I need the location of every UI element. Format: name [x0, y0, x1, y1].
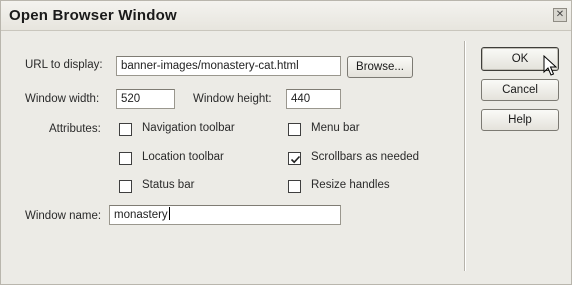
location-toolbar-checkbox[interactable] — [119, 152, 132, 165]
navigation-toolbar-checkbox[interactable] — [119, 123, 132, 136]
cancel-button[interactable]: Cancel — [481, 79, 559, 101]
window-width-input[interactable]: 520 — [116, 89, 175, 109]
status-bar-label: Status bar — [142, 179, 195, 191]
attributes-label: Attributes: — [49, 123, 101, 135]
cancel-button-label: Cancel — [502, 84, 538, 96]
scrollbars-as-needed-checkbox[interactable] — [288, 152, 301, 165]
window-height-input[interactable]: 440 — [286, 89, 341, 109]
dialog-title: Open Browser Window — [9, 7, 177, 24]
url-input[interactable]: banner-images/monastery-cat.html — [116, 56, 341, 76]
status-bar-checkbox[interactable] — [119, 180, 132, 193]
help-button-label: Help — [508, 114, 532, 126]
window-name-value: monastery — [114, 209, 168, 221]
title-bar: Open Browser Window ✕ — [1, 1, 571, 31]
scrollbars-as-needed-label: Scrollbars as needed — [311, 151, 420, 163]
window-name-input[interactable]: monastery — [109, 205, 341, 225]
window-width-label: Window width: — [25, 93, 100, 105]
window-width-value: 520 — [121, 93, 141, 105]
vertical-divider — [464, 41, 465, 271]
open-browser-window-dialog: Open Browser Window ✕ URL to display: ba… — [0, 0, 572, 285]
ok-button-label: OK — [511, 53, 529, 65]
menu-bar-checkbox[interactable] — [288, 123, 301, 136]
close-icon: ✕ — [555, 9, 565, 20]
resize-handles-checkbox[interactable] — [288, 180, 301, 193]
browse-button[interactable]: Browse... — [347, 56, 413, 78]
navigation-toolbar-label: Navigation toolbar — [142, 122, 235, 134]
close-button[interactable]: ✕ — [553, 8, 567, 22]
text-caret — [168, 207, 170, 220]
menu-bar-label: Menu bar — [311, 122, 360, 134]
help-button[interactable]: Help — [481, 109, 559, 131]
window-height-value: 440 — [291, 93, 311, 105]
window-height-label: Window height: — [193, 93, 272, 105]
checkmark-icon — [290, 155, 301, 164]
mouse-pointer-icon — [543, 55, 557, 76]
browse-button-label: Browse... — [356, 61, 404, 73]
resize-handles-label: Resize handles — [311, 179, 390, 191]
url-input-value: banner-images/monastery-cat.html — [121, 60, 299, 72]
window-name-label: Window name: — [25, 210, 102, 222]
url-label: URL to display: — [25, 59, 103, 71]
location-toolbar-label: Location toolbar — [142, 151, 224, 163]
